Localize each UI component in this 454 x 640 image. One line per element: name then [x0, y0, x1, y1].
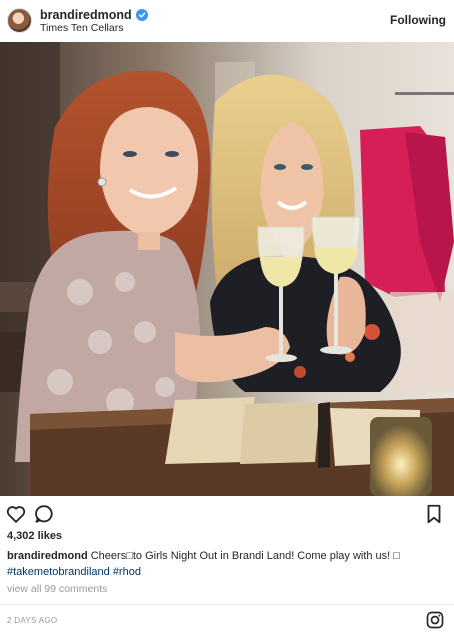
divider [0, 604, 454, 605]
hashtag-link[interactable]: #rhod [113, 566, 141, 578]
bookmark-icon[interactable] [423, 503, 445, 525]
heart-icon[interactable] [5, 503, 27, 525]
username-row: brandiredmond [40, 8, 148, 22]
caption-username[interactable]: brandiredmond [7, 550, 88, 562]
likes-count[interactable]: 4,302 likes [7, 530, 62, 542]
view-comments-link[interactable]: view all 99 comments [7, 583, 107, 595]
location-link[interactable]: Times Ten Cellars [40, 22, 123, 34]
instagram-icon[interactable] [425, 610, 445, 630]
comment-icon[interactable] [33, 503, 55, 525]
avatar[interactable] [7, 8, 32, 33]
following-button[interactable]: Following [390, 13, 446, 27]
username-link[interactable]: brandiredmond [40, 8, 132, 22]
action-bar [0, 500, 454, 528]
caption-text: Cheers□to Girls Night Out in Brandi Land… [90, 550, 400, 562]
hashtag-link[interactable]: #takemetobrandiland [7, 566, 110, 578]
instagram-post: brandiredmond Times Ten Cellars Followin… [0, 0, 454, 640]
post-caption: brandiredmond Cheers□to Girls Night Out … [7, 548, 447, 580]
verified-badge-icon [135, 9, 148, 21]
post-header: brandiredmond Times Ten Cellars Followin… [0, 0, 454, 42]
post-photo[interactable] [0, 42, 454, 496]
post-timestamp: 2 DAYS AGO [7, 616, 58, 625]
